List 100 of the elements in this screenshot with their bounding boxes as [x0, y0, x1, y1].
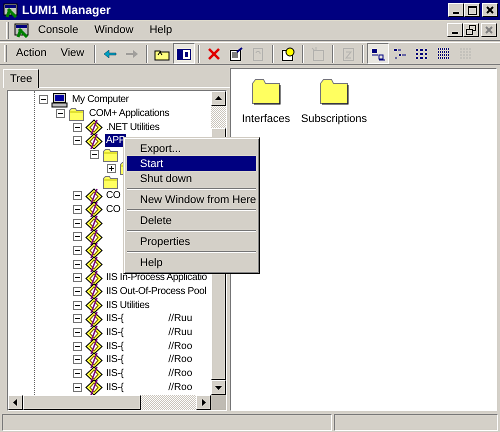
context-menu-item[interactable]: Help: [127, 255, 256, 270]
scrollbar-corner: [211, 395, 226, 410]
expander-icon[interactable]: [73, 286, 82, 296]
left-arrow-icon: [12, 399, 19, 406]
component-icon: [85, 201, 103, 218]
tree-item[interactable]: IIS In-Process Applicatio: [105, 271, 208, 284]
component-icon: [85, 119, 103, 136]
context-menu-item[interactable]: Properties: [127, 234, 256, 249]
tree-item[interactable]: COM+ Applications: [88, 107, 170, 120]
tree-item[interactable]: //Roo: [168, 338, 192, 354]
folder-label[interactable]: Interfaces: [242, 111, 290, 128]
computer-icon: [51, 92, 69, 108]
tree-item[interactable]: IIS-{: [105, 312, 124, 326]
folder-icon[interactable]: [250, 77, 282, 105]
component-icon: [85, 366, 103, 382]
scroll-down-button[interactable]: [211, 380, 226, 395]
expander-icon[interactable]: [73, 136, 82, 146]
split-pane-button[interactable]: [173, 43, 196, 64]
menu-item[interactable]: Window: [86, 21, 142, 39]
context-menu-item[interactable]: Export...: [127, 141, 256, 156]
folder-icon[interactable]: [318, 77, 350, 105]
component-icon: [85, 297, 103, 314]
minimize-button[interactable]: [448, 3, 464, 17]
tree-item[interactable]: IIS-{: [105, 340, 124, 353]
expander-icon[interactable]: [73, 273, 82, 282]
component-icon: [85, 310, 103, 327]
component-icon: [85, 215, 103, 232]
expander-icon[interactable]: [73, 328, 82, 338]
expander-icon[interactable]: [73, 342, 82, 351]
folder-icon: [102, 146, 120, 163]
expander-icon[interactable]: [73, 355, 82, 364]
component-icon: [85, 324, 103, 341]
expander-icon[interactable]: [73, 260, 82, 269]
tree-item[interactable]: My Computer: [71, 93, 130, 106]
scroll-left-button[interactable]: [8, 395, 23, 410]
expander-icon[interactable]: [39, 95, 48, 104]
tree-item[interactable]: IIS-{: [105, 367, 124, 380]
expander-icon[interactable]: [73, 204, 82, 214]
context-menu-item[interactable]: Shut down: [127, 171, 256, 186]
component-icon: [85, 256, 103, 272]
component-icon: [85, 283, 103, 300]
down-arrow-icon: [215, 384, 222, 391]
tree-item[interactable]: CO: [105, 189, 122, 202]
component-icon: [85, 352, 103, 368]
component-icon: [85, 188, 103, 204]
tree-item[interactable]: IIS Utilities: [105, 298, 150, 312]
menu-button[interactable]: Action: [9, 44, 54, 62]
tree-item[interactable]: //Roo: [168, 380, 192, 395]
menu-item[interactable]: Console: [30, 21, 86, 39]
expander-icon[interactable]: [73, 300, 82, 310]
expander-icon[interactable]: [56, 109, 65, 118]
large-buttons-icon[interactable]: [367, 43, 390, 64]
window-title: LUMI1 Manager: [22, 2, 112, 19]
expander-icon[interactable]: [73, 122, 82, 132]
restore-button[interactable]: [463, 23, 479, 37]
component-icon: [85, 242, 103, 258]
expander-icon[interactable]: [73, 246, 82, 255]
export-icon: [340, 46, 356, 62]
folder-icon: [102, 174, 120, 190]
close-icon: [485, 26, 493, 34]
menu-item[interactable]: Help: [141, 21, 180, 39]
close-button[interactable]: [481, 23, 497, 37]
maximize-icon: [468, 6, 476, 14]
tree-item[interactable]: IIS-{: [105, 380, 124, 394]
minimize-button[interactable]: [447, 23, 463, 37]
tree-item[interactable]: //Roo: [168, 352, 192, 368]
expander-icon[interactable]: [107, 164, 116, 173]
tree-item[interactable]: //Ruu: [168, 311, 192, 326]
help-icon: [280, 46, 296, 62]
tree-item[interactable]: CO: [105, 202, 122, 216]
component-icon: [85, 228, 103, 245]
scroll-thumb[interactable]: [23, 395, 141, 410]
expander-icon[interactable]: [73, 369, 82, 378]
expander-icon[interactable]: [73, 218, 82, 228]
context-menu-item[interactable]: New Window from Here: [127, 192, 256, 207]
expander-icon[interactable]: [90, 150, 99, 160]
expander-icon[interactable]: [73, 191, 82, 200]
expander-icon[interactable]: [73, 382, 82, 392]
tree-item[interactable]: IIS-{: [105, 353, 124, 366]
tree-item[interactable]: .NET Utilities: [105, 120, 160, 134]
folder-icon: [68, 106, 86, 122]
folder-label[interactable]: Subscriptions: [300, 111, 368, 128]
tree-item[interactable]: IIS-{: [105, 326, 124, 340]
scroll-right-button[interactable]: [196, 395, 211, 410]
context-menu-item[interactable]: Delete: [127, 213, 256, 228]
expander-icon[interactable]: [73, 314, 82, 324]
delete-icon: [206, 46, 222, 62]
tree-item[interactable]: //Ruu: [168, 325, 192, 340]
scroll-up-button[interactable]: [211, 91, 226, 106]
expander-icon[interactable]: [73, 232, 82, 242]
component-icon: [85, 270, 103, 286]
context-menu-item[interactable]: Start: [127, 156, 256, 171]
tree-item[interactable]: //Roo: [168, 366, 192, 382]
maximize-button[interactable]: [464, 3, 480, 17]
tree-tab[interactable]: Tree: [3, 69, 40, 88]
close-button[interactable]: [482, 3, 498, 17]
menu-button[interactable]: View: [54, 44, 92, 62]
component-icon: [85, 132, 103, 149]
app-icon: [13, 22, 30, 38]
tree-item[interactable]: IIS Out-Of-Process Pool: [105, 284, 208, 298]
